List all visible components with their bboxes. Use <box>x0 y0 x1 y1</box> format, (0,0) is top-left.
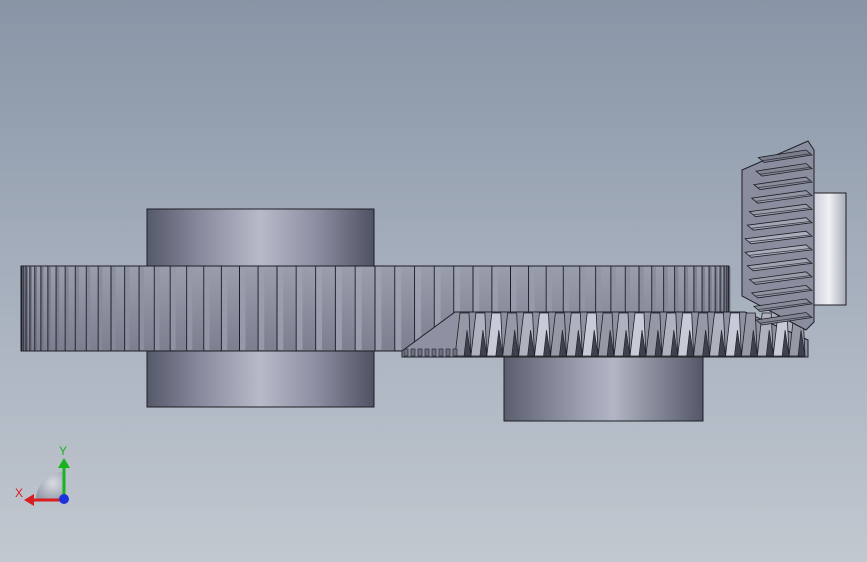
coordinate-triad: Y X <box>15 444 70 506</box>
bevel-gear[interactable] <box>401 311 809 358</box>
pinion-shaft[interactable] <box>811 192 847 306</box>
bevel-gear-hub[interactable] <box>503 356 704 422</box>
triad-y-label: Y <box>59 444 67 458</box>
triad-x-label: X <box>15 486 23 500</box>
bevel-pinion[interactable] <box>741 140 815 331</box>
graphics-viewport[interactable]: Y X <box>0 0 867 562</box>
origin-z-icon <box>59 494 69 504</box>
